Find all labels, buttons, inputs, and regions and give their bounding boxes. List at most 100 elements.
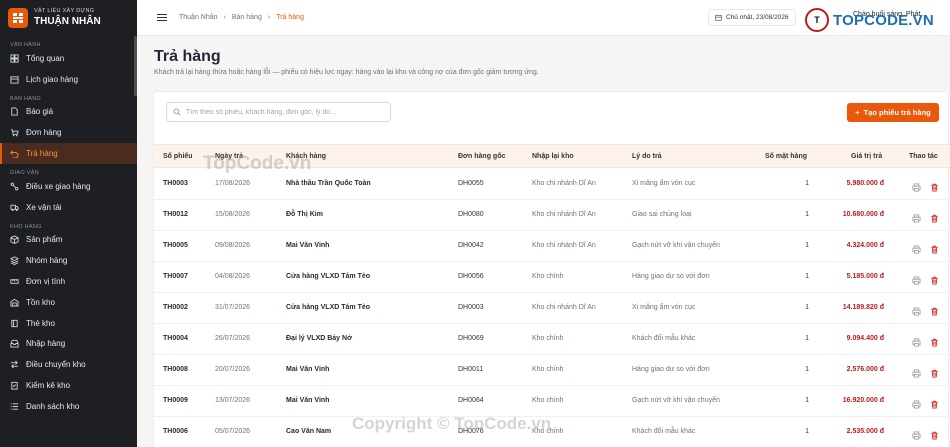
cell-reason: Xi măng ẩm vón cục: [632, 180, 696, 187]
col-restock-warehouse[interactable]: Nhập lại kho: [532, 153, 574, 160]
table-row[interactable]: TH0012 15/08/2026 Đỗ Thị Kim DH0080 Kho chi …: [154, 200, 950, 231]
breadcrumb-separator: ›: [267, 14, 271, 21]
cell-restock-warehouse: Kho chi nhánh Dĩ An: [532, 211, 596, 218]
sidebar-item-nhom-hang[interactable]: Nhóm hàng: [0, 250, 137, 271]
sidebar-item-label: Tổng quan: [26, 53, 65, 63]
sidebar-item-the-kho[interactable]: Thẻ kho: [0, 313, 137, 334]
cell-reason: Hàng giao dư so với đơn: [632, 273, 710, 280]
table-row[interactable]: TH0002 31/07/2026 Cửa hàng VLXD Tám Tèo DH0…: [154, 293, 950, 324]
sidebar-item-xe-van-tai[interactable]: Xe vận tải: [0, 197, 137, 218]
current-date: Chủ nhật, 23/08/2026: [726, 14, 789, 21]
breadcrumb-sales[interactable]: Bán hàng: [232, 14, 262, 21]
delete-icon[interactable]: [930, 179, 940, 192]
cell-return-value: 4.324.000 đ: [846, 242, 884, 249]
page-title: Trả hàng: [154, 48, 221, 65]
cell-return-date: 15/08/2026: [215, 211, 251, 218]
delete-icon[interactable]: [930, 396, 940, 409]
delete-icon[interactable]: [930, 334, 940, 347]
col-return-value[interactable]: Giá trị trả: [851, 153, 882, 160]
date-chip: Chủ nhật, 23/08/2026: [708, 9, 796, 26]
clipboard-icon: [10, 381, 19, 390]
truck-icon: [10, 203, 19, 212]
sidebar-section-title: BÁN HÀNG: [10, 95, 42, 102]
print-icon[interactable]: [912, 272, 922, 285]
brand[interactable]: VẬT LIỆU XÂY DỰNG THUẬN NHÂN: [0, 0, 137, 36]
print-icon[interactable]: [912, 210, 922, 223]
cell-return-date: 04/08/2026: [215, 273, 251, 280]
breadcrumb-home[interactable]: Thuận Nhân: [179, 14, 218, 21]
cell-restock-warehouse: Kho chi nhánh Dĩ An: [532, 242, 596, 249]
create-return-button[interactable]: + Tạo phiếu trả hàng: [847, 103, 939, 122]
print-icon[interactable]: [912, 334, 922, 347]
sidebar-item-don-hang[interactable]: Đơn hàng: [0, 122, 137, 143]
sidebar-item-ton-kho[interactable]: Tồn kho: [0, 292, 137, 313]
cell-customer: Mai Văn Vinh: [286, 397, 330, 404]
cell-restock-warehouse: Kho chi nhánh Dĩ An: [532, 304, 596, 311]
brand-logo-icon: [8, 8, 28, 28]
sidebar-item-danh-sach-kho[interactable]: Danh sách kho: [0, 396, 137, 417]
cell-return-value: 14.189.820 đ: [842, 304, 884, 311]
main-content: Trả hàng Khách trả lại hàng thừa hoặc hà…: [137, 36, 950, 447]
print-icon[interactable]: [912, 179, 922, 192]
cell-return-no: TH0004: [163, 335, 188, 342]
sidebar-item-dieu-chuyen-kho[interactable]: Điều chuyển kho: [0, 354, 137, 375]
cell-restock-warehouse: Kho chi nhánh Dĩ An: [532, 180, 596, 187]
cell-original-order: DH0080: [458, 211, 484, 218]
print-icon[interactable]: [912, 396, 922, 409]
cell-restock-warehouse: Kho chính: [532, 366, 564, 373]
delete-icon[interactable]: [930, 365, 940, 378]
col-item-count[interactable]: Số mặt hàng: [765, 153, 807, 160]
dashboard-icon: [10, 54, 19, 63]
sidebar-item-label: Sản phẩm: [26, 235, 63, 245]
cell-return-no: TH0009: [163, 397, 188, 404]
print-icon[interactable]: [912, 241, 922, 254]
cell-item-count: 1: [805, 304, 809, 311]
sidebar-item-bao-gia[interactable]: Báo giá: [0, 102, 137, 123]
delete-icon[interactable]: [930, 303, 940, 316]
delete-icon[interactable]: [930, 427, 940, 440]
delete-icon[interactable]: [930, 241, 940, 254]
cell-reason: Giao sai chủng loại: [632, 211, 692, 218]
topbar: Thuận Nhân › Bán hàng › Trả hàng Chủ nhậ…: [137, 0, 950, 36]
table-row[interactable]: TH0007 04/08/2026 Cửa hàng VLXD Tám Tèo DH0…: [154, 262, 950, 293]
col-original-order[interactable]: Đơn hàng gốc: [458, 153, 505, 160]
delete-icon[interactable]: [930, 272, 940, 285]
col-reason[interactable]: Lý do trả: [632, 153, 662, 160]
table-row[interactable]: TH0006 05/07/2026 Cao Văn Nam DH0076 Kho chí…: [154, 417, 950, 447]
watermark-copyright: Copyright © TopCode.vn: [352, 414, 552, 433]
sidebar-item-don-vi-tinh[interactable]: Đơn vị tính: [0, 271, 137, 292]
cell-item-count: 1: [805, 366, 809, 373]
col-return-no[interactable]: Số phiếu: [163, 153, 193, 160]
sidebar-item-label: Đơn vị tính: [26, 277, 66, 287]
cell-item-count: 1: [805, 397, 809, 404]
sidebar-item-label: Báo giá: [26, 107, 54, 117]
table-row[interactable]: TH0005 09/08/2026 Mai Văn Vinh DH0042 Kho ch…: [154, 231, 950, 262]
cell-restock-warehouse: Kho chính: [532, 397, 564, 404]
returns-card: + Tạo phiếu trả hàng Số phiếu Ngày trả K…: [153, 91, 950, 447]
print-icon[interactable]: [912, 427, 922, 440]
print-icon[interactable]: [912, 303, 922, 316]
sidebar-item-lich-giao-hang[interactable]: Lịch giao hàng: [0, 69, 137, 90]
cell-original-order: DH0011: [458, 366, 484, 373]
delete-icon[interactable]: [930, 210, 940, 223]
table-row[interactable]: TH0004 26/07/2026 Đại lý VLXD Bảy Nở DH0069…: [154, 324, 950, 355]
table-row[interactable]: TH0008 20/07/2026 Mai Văn Vinh DH0011 Kho ch…: [154, 355, 950, 386]
sidebar-item-kiem-ke-kho[interactable]: Kiểm kê kho: [0, 375, 137, 396]
sidebar: VẬT LIỆU XÂY DỰNG THUẬN NHÂN VẬN HÀNH Tổn…: [0, 0, 137, 447]
sidebar-section-title: GIAO VẬN: [10, 169, 39, 176]
sidebar-item-nhap-hang[interactable]: Nhập hàng: [0, 334, 137, 355]
print-icon[interactable]: [912, 365, 922, 378]
sidebar-nav: VẬN HÀNH Tổng quan Lịch giao hàng BÁN HÀNG B…: [0, 36, 137, 417]
table-row[interactable]: TH0009 13/07/2026 Mai Văn Vinh DH0064 Kho ch…: [154, 386, 950, 417]
menu-toggle-icon[interactable]: [157, 13, 167, 22]
sidebar-item-tra-hang[interactable]: Trả hàng: [0, 143, 137, 164]
sidebar-section-title: KHO HÀNG: [10, 223, 42, 230]
sidebar-item-tong-quan[interactable]: Tổng quan: [0, 48, 137, 69]
sidebar-item-san-pham[interactable]: Sản phẩm: [0, 230, 137, 251]
search-input[interactable]: [186, 108, 386, 116]
cell-item-count: 1: [805, 428, 809, 435]
cell-return-no: TH0012: [163, 211, 188, 218]
book-icon: [10, 319, 19, 328]
sidebar-item-dieu-xe-giao-hang[interactable]: Điều xe giao hàng: [0, 176, 137, 197]
search-box[interactable]: [166, 102, 391, 122]
